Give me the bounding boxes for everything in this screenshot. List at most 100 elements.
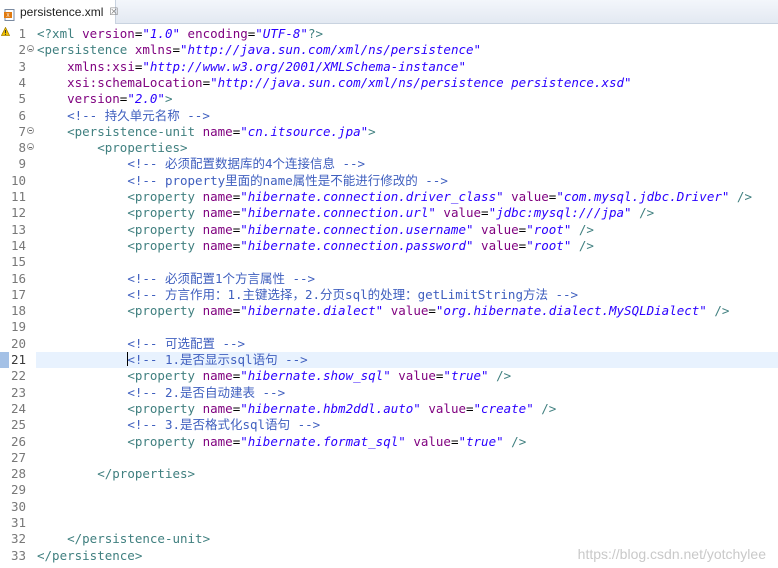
code-line[interactable]: xmlns:xsi="http://www.w3.org/2001/XMLSch… — [37, 59, 466, 75]
code-token: "UTF-8" — [255, 26, 308, 41]
code-line[interactable]: xsi:schemaLocation="http://java.sun.com/… — [37, 74, 632, 91]
code-line[interactable]: <!-- 方言作用：1.主键选择，2.分页sql的处理：getLimitStri… — [37, 287, 578, 303]
code-line[interactable]: <property name="hibernate.connection.dri… — [37, 189, 752, 205]
code-token: xsi:schemaLocation — [67, 74, 203, 90]
code-token: /> — [533, 400, 557, 416]
line-number-gutter[interactable]: 1 2 3 4 5 6 7 8 9 10 11 12 13 14 15 16 17 18 19 20 21 22 23 24 2… — [10, 24, 36, 568]
code-token: <!-- property里面的name属性是不能进行修改的 --> — [127, 172, 448, 188]
code-token: value — [503, 189, 549, 204]
code-line[interactable]: <!-- 必须配置数据库的4个连接信息 --> — [37, 156, 365, 172]
code-token: "hibernate.hbm2ddl.auto" — [240, 400, 421, 416]
code-line[interactable]: <!-- 必须配置1个方言属性 --> — [37, 271, 315, 287]
code-token: value — [435, 205, 482, 221]
code-line[interactable]: <!-- 3.是否格式化sql语句 --> — [37, 417, 320, 433]
code-token: version — [82, 26, 135, 41]
code-token: name — [202, 221, 233, 237]
code-line[interactable]: <property name = "hibernate.dialect" value… — [37, 303, 729, 319]
code-line[interactable]: version="2.0"> — [37, 91, 172, 107]
code-token: "http://java.sun.com/xml/ns/persistence … — [210, 74, 632, 90]
code-token: <property — [127, 303, 203, 319]
line-number: 17 — [10, 286, 26, 302]
code-token: name — [202, 205, 233, 221]
line-number: 25 — [10, 417, 26, 433]
code-line[interactable]: <!-- 1.是否显示sql语句 --> — [37, 352, 308, 368]
code-line[interactable]: <!-- 可选配置 --> — [37, 336, 245, 352]
code-token: <property — [127, 368, 203, 384]
code-token: "com.mysql.jdbc.Driver" — [556, 189, 730, 204]
code-line[interactable]: <property name="hibernate.hbm2ddl.auto" … — [37, 401, 556, 417]
code-line[interactable]: <persistence-unit name="cn.itsource.jpa"… — [37, 124, 376, 140]
line-number: 9 — [18, 156, 26, 172]
fold-collapse-icon[interactable] — [27, 45, 34, 53]
code-line[interactable]: <property name="hibernate.format_sql" va… — [37, 434, 526, 450]
tab-persistence-xml[interactable]: X persistence.xml ☒ — [0, 0, 118, 24]
warning-icon — [1, 27, 10, 36]
code-token: <!-- 方言作用：1.主键选择，2.分页sql的处理：getLimitStri… — [127, 286, 579, 302]
code-token: <property — [127, 433, 203, 449]
code-token: name — [202, 433, 233, 449]
code-line[interactable]: </properties> — [37, 466, 195, 482]
current-line-marker — [0, 352, 9, 368]
line-number: 27 — [10, 449, 26, 465]
code-token: <!-- 持久单元名称 --> — [67, 107, 210, 123]
line-number: 29 — [10, 482, 26, 498]
code-token: "org.hibernate.dialect.MySQLDialect" — [435, 303, 707, 319]
code-line[interactable]: <?xml version="1.0" encoding="UTF-8"?> — [37, 26, 323, 42]
line-number: 24 — [10, 400, 26, 416]
line-number: 21 — [10, 352, 26, 367]
svg-text:X: X — [6, 13, 10, 19]
code-line[interactable]: <!-- 2.是否自动建表 --> — [37, 385, 285, 401]
code-line[interactable]: <property name="hibernate.connection.use… — [37, 222, 594, 238]
code-line[interactable]: <!-- 持久单元名称 --> — [37, 108, 210, 124]
code-token: "1.0" — [142, 26, 181, 41]
code-line[interactable]: <persistence xmlns="http://java.sun.com/… — [37, 42, 481, 58]
code-token: /> — [631, 205, 655, 221]
code-token: = — [172, 42, 181, 58]
code-token: xmlns:xsi — [67, 58, 135, 74]
line-number: 5 — [18, 91, 26, 107]
code-line[interactable]: <!-- property里面的name属性是不能进行修改的 --> — [37, 173, 448, 189]
code-line[interactable]: </persistence> — [37, 548, 142, 564]
code-token: = — [481, 205, 489, 221]
code-token: <property — [127, 205, 203, 221]
code-token: name — [202, 237, 233, 253]
code-line[interactable]: </persistence-unit> — [37, 531, 210, 547]
code-token: "http://www.w3.org/2001/XMLSchema-instan… — [142, 58, 466, 74]
code-line[interactable]: <properties> — [37, 140, 187, 156]
code-token: /> — [503, 433, 527, 449]
code-token: name — [202, 368, 233, 384]
xml-file-icon: X — [4, 6, 16, 21]
code-line[interactable]: <property name="hibernate.show_sql" valu… — [37, 368, 511, 384]
code-line[interactable]: <property name="hibernate.connection.pas… — [37, 238, 594, 254]
code-token: "http://java.sun.com/xml/ns/persistence" — [180, 42, 482, 58]
line-number: 11 — [10, 189, 26, 204]
watermark: https://blog.csdn.net/yotchylee — [577, 546, 766, 562]
code-token: "hibernate.connection.password" — [240, 237, 474, 253]
code-token: name — [202, 303, 233, 319]
code-token: name — [202, 123, 233, 139]
line-number: 13 — [10, 221, 26, 237]
code-token: /> — [706, 303, 730, 319]
code-token: <property — [127, 221, 203, 237]
code-line[interactable]: <property name = "hibernate.connection.url… — [37, 205, 654, 221]
code-token: "jdbc:mysql:///jpa" — [488, 205, 632, 221]
code-token: /> — [571, 237, 594, 253]
fold-collapse-icon[interactable] — [27, 143, 34, 151]
code-token: /> — [729, 189, 752, 204]
fold-collapse-icon[interactable] — [27, 126, 34, 134]
close-icon[interactable]: ☒ — [109, 7, 118, 18]
code-token: ?> — [307, 26, 324, 41]
code-editor[interactable]: <?xml version="1.0" encoding="UTF-8"?> <p… — [36, 24, 778, 568]
